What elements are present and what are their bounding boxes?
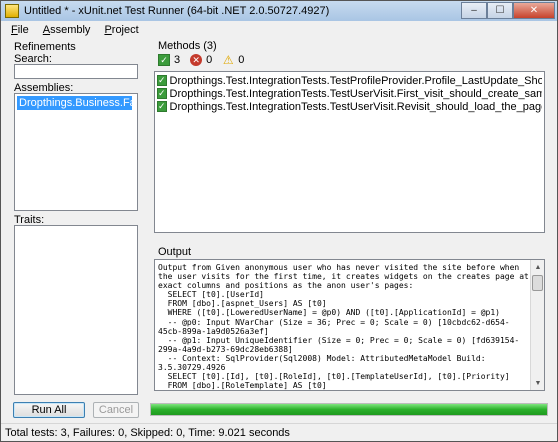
app-icon	[5, 4, 19, 18]
menu-assembly-accel: A	[42, 24, 51, 36]
cancel-button[interactable]: Cancel	[93, 402, 139, 418]
menu-assembly[interactable]: Assembly	[43, 24, 91, 36]
menu-file[interactable]: File	[11, 24, 29, 36]
pass-check-icon: ✓	[157, 101, 167, 112]
passed-count: 3	[174, 54, 181, 66]
status-text: Total tests: 3, Failures: 0, Skipped: 0,…	[5, 426, 290, 439]
list-item[interactable]: ✓ Dropthings.Test.IntegrationTests.TestP…	[157, 74, 542, 87]
assembly-item[interactable]: Dropthings.Business.Faca...	[17, 96, 132, 110]
menu-file-label: ile	[17, 24, 29, 36]
skipped-count: 0	[238, 54, 245, 66]
test-progress-bar	[150, 403, 548, 416]
menu-assembly-label: ssembly	[50, 24, 91, 36]
skipped-warning-icon[interactable]: ⚠	[222, 53, 234, 67]
method-name: Dropthings.Test.IntegrationTests.TestUse…	[169, 87, 542, 100]
methods-list[interactable]: ✓ Dropthings.Test.IntegrationTests.TestP…	[154, 71, 545, 233]
passed-icon[interactable]: ✓	[158, 54, 170, 66]
pass-check-icon: ✓	[157, 88, 167, 99]
traits-list[interactable]	[14, 225, 138, 395]
scroll-thumb[interactable]	[532, 275, 543, 291]
output-label: Output	[158, 246, 192, 258]
output-text: Output from Given anonymous user who has…	[158, 263, 529, 391]
method-name: Dropthings.Test.IntegrationTests.TestPro…	[169, 74, 542, 87]
menu-project[interactable]: Project	[104, 24, 138, 36]
title-bar[interactable]: Untitled * - xUnit.net Test Runner (64-b…	[1, 1, 557, 21]
close-button[interactable]: ✕	[513, 2, 555, 19]
search-input[interactable]	[14, 64, 138, 79]
progress-fill	[151, 404, 547, 415]
menu-project-accel: P	[104, 24, 112, 36]
failed-count: 0	[206, 54, 213, 66]
assemblies-list[interactable]: Dropthings.Business.Faca...	[14, 93, 138, 211]
pass-check-icon: ✓	[157, 75, 167, 86]
scroll-up-icon[interactable]: ▲	[531, 260, 544, 274]
failed-icon[interactable]: ✕	[190, 54, 203, 66]
menu-file-accel: F	[11, 24, 18, 36]
results-summary: ✓ 3 ✕ 0 ⚠ 0	[158, 53, 250, 67]
methods-header: Methods (3)	[158, 40, 217, 52]
scroll-down-icon[interactable]: ▼	[531, 376, 544, 390]
method-name: Dropthings.Test.IntegrationTests.TestUse…	[169, 100, 542, 113]
maximize-button[interactable]: ☐	[487, 2, 513, 19]
output-textbox[interactable]: Output from Given anonymous user who has…	[154, 259, 545, 391]
menu-project-label: roject	[111, 24, 139, 36]
list-item[interactable]: ✓ Dropthings.Test.IntegrationTests.TestU…	[157, 87, 542, 100]
output-scrollbar[interactable]: ▲ ▼	[530, 260, 544, 390]
minimize-button[interactable]: –	[461, 2, 487, 19]
menu-bar: File Assembly Project	[1, 21, 557, 39]
main-window: Untitled * - xUnit.net Test Runner (64-b…	[0, 0, 558, 442]
status-bar: Total tests: 3, Failures: 0, Skipped: 0,…	[1, 423, 557, 441]
list-item[interactable]: ✓ Dropthings.Test.IntegrationTests.TestU…	[157, 100, 542, 113]
window-title: Untitled * - xUnit.net Test Runner (64-b…	[24, 5, 330, 17]
run-all-button[interactable]: Run All	[13, 402, 85, 418]
caption-buttons: – ☐ ✕	[461, 2, 555, 19]
refinements-label: Refinements	[14, 41, 76, 53]
